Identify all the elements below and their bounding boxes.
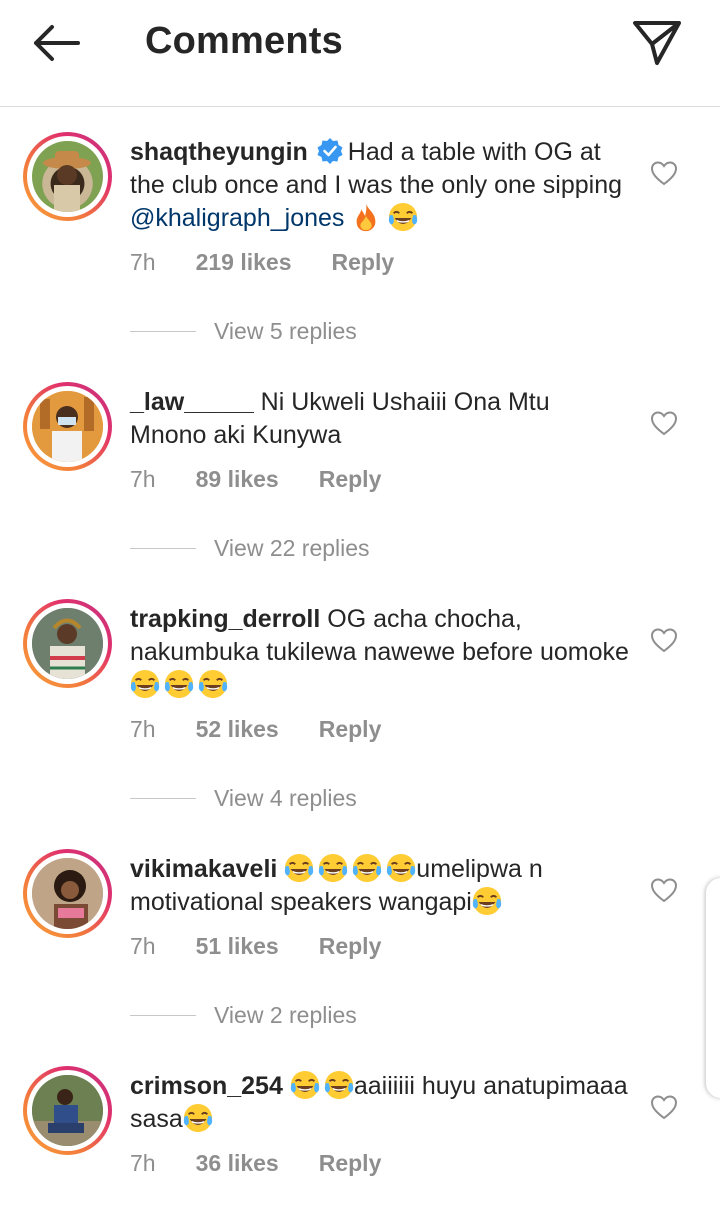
tears-of-joy-emoji-icon — [318, 853, 348, 883]
avatar[interactable] — [23, 132, 112, 221]
comment-meta: 7h 36 likes Reply — [130, 1150, 381, 1177]
tears-of-joy-emoji-icon — [386, 853, 416, 883]
reply-button[interactable]: Reply — [319, 933, 382, 959]
comment-username[interactable]: vikimakaveli — [130, 855, 277, 883]
heart-icon[interactable] — [650, 877, 678, 903]
view-replies-label: View 4 replies — [214, 784, 357, 811]
tears-of-joy-emoji-icon — [183, 1103, 213, 1133]
comment-time: 7h — [130, 716, 156, 742]
comment-username[interactable]: shaqtheyungin — [130, 138, 308, 166]
comment-meta: 7h 89 likes Reply — [130, 466, 381, 493]
view-replies-button[interactable]: View 2 replies — [130, 1000, 357, 1030]
comment-time: 7h — [130, 466, 156, 492]
view-replies-label: View 22 replies — [214, 534, 370, 561]
comment-time: 7h — [130, 933, 156, 959]
avatar[interactable] — [23, 849, 112, 938]
tears-of-joy-emoji-icon — [284, 853, 314, 883]
side-panel-edge[interactable] — [706, 878, 720, 1098]
divider-line — [130, 330, 196, 332]
comment-text: trapking_derroll OG acha chocha, nakumbu… — [130, 603, 630, 702]
reply-button[interactable]: Reply — [319, 716, 382, 742]
fire-emoji-icon — [351, 202, 381, 232]
comment-username[interactable]: _law_____ — [130, 388, 254, 416]
view-replies-label: View 2 replies — [214, 1001, 357, 1028]
divider-line — [130, 1014, 196, 1016]
comment-username[interactable]: trapking_derroll — [130, 605, 320, 633]
comment-text: vikimakaveli umelipwa n motivational spe… — [130, 853, 630, 919]
divider-line — [130, 797, 196, 799]
comment-text: _law_____ Ni Ukweli Ushaiii Ona Mtu Mnon… — [130, 386, 630, 452]
tears-of-joy-emoji-icon — [352, 853, 382, 883]
tears-of-joy-emoji-icon — [198, 669, 228, 699]
avatar[interactable] — [23, 599, 112, 688]
comment-time: 7h — [130, 1150, 156, 1176]
view-replies-button[interactable]: View 4 replies — [130, 783, 357, 813]
comment-likes[interactable]: 51 likes — [196, 933, 279, 959]
divider-line — [130, 547, 196, 549]
tears-of-joy-emoji-icon — [164, 669, 194, 699]
tears-of-joy-emoji-icon — [472, 886, 502, 916]
avatar[interactable] — [23, 382, 112, 471]
verified-badge-icon — [317, 138, 343, 164]
tears-of-joy-emoji-icon — [388, 202, 418, 232]
comment-meta: 7h 52 likes Reply — [130, 716, 381, 743]
mention-link[interactable]: @khaligraph_jones — [130, 204, 344, 232]
comment-likes[interactable]: 52 likes — [196, 716, 279, 742]
comment-meta: 7h 219 likes Reply — [130, 249, 394, 276]
heart-icon[interactable] — [650, 627, 678, 653]
view-replies-button[interactable]: View 22 replies — [130, 533, 370, 563]
avatar[interactable] — [23, 1066, 112, 1155]
tears-of-joy-emoji-icon — [130, 669, 160, 699]
tears-of-joy-emoji-icon — [290, 1070, 320, 1100]
reply-button[interactable]: Reply — [319, 1150, 382, 1176]
heart-icon[interactable] — [650, 160, 678, 186]
comment-text: shaqtheyungin Had a table with OG at the … — [130, 136, 630, 235]
paper-plane-icon[interactable] — [630, 18, 684, 68]
view-replies-label: View 5 replies — [214, 317, 357, 344]
reply-button[interactable]: Reply — [319, 466, 382, 492]
comment-likes[interactable]: 36 likes — [196, 1150, 279, 1176]
comment-likes[interactable]: 219 likes — [196, 249, 292, 275]
comment-text: crimson_254 aaiiiiii huyu anatupimaaa sa… — [130, 1070, 630, 1136]
page-title: Comments — [145, 20, 343, 62]
view-replies-button[interactable]: View 5 replies — [130, 316, 357, 346]
heart-icon[interactable] — [650, 410, 678, 436]
comment-likes[interactable]: 89 likes — [196, 466, 279, 492]
arrow-left-icon[interactable] — [28, 20, 84, 66]
comment-username[interactable]: crimson_254 — [130, 1072, 283, 1100]
comment-time: 7h — [130, 249, 156, 275]
heart-icon[interactable] — [650, 1094, 678, 1120]
header: Comments — [0, 0, 720, 107]
comment-meta: 7h 51 likes Reply — [130, 933, 381, 960]
tears-of-joy-emoji-icon — [324, 1070, 354, 1100]
reply-button[interactable]: Reply — [332, 249, 395, 275]
